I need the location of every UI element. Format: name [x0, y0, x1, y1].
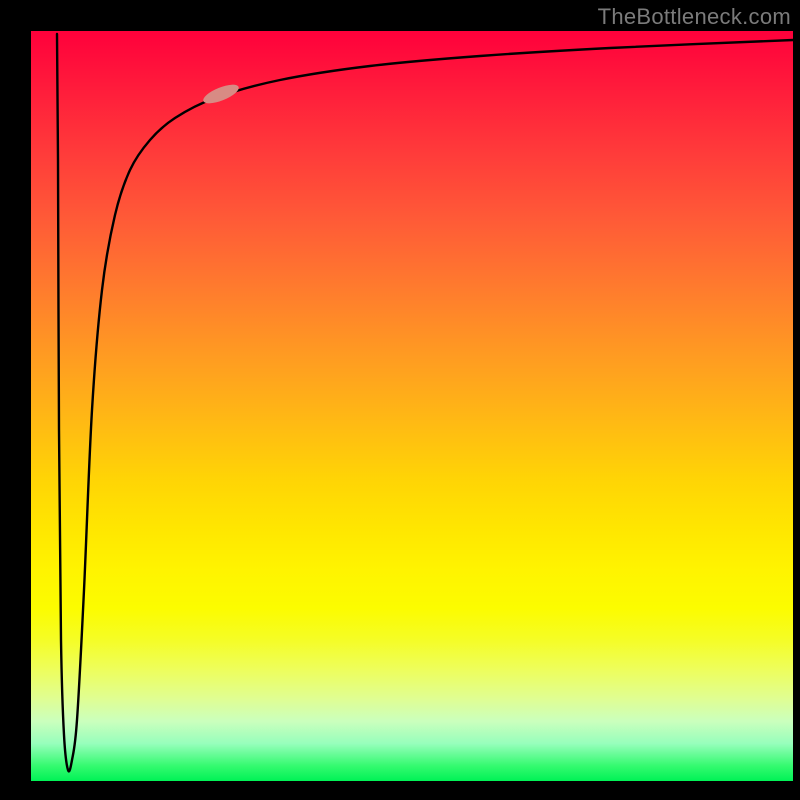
watermark-text: TheBottleneck.com [598, 4, 791, 30]
chart-stage: TheBottleneck.com [0, 0, 800, 800]
plot-frame [0, 0, 800, 800]
